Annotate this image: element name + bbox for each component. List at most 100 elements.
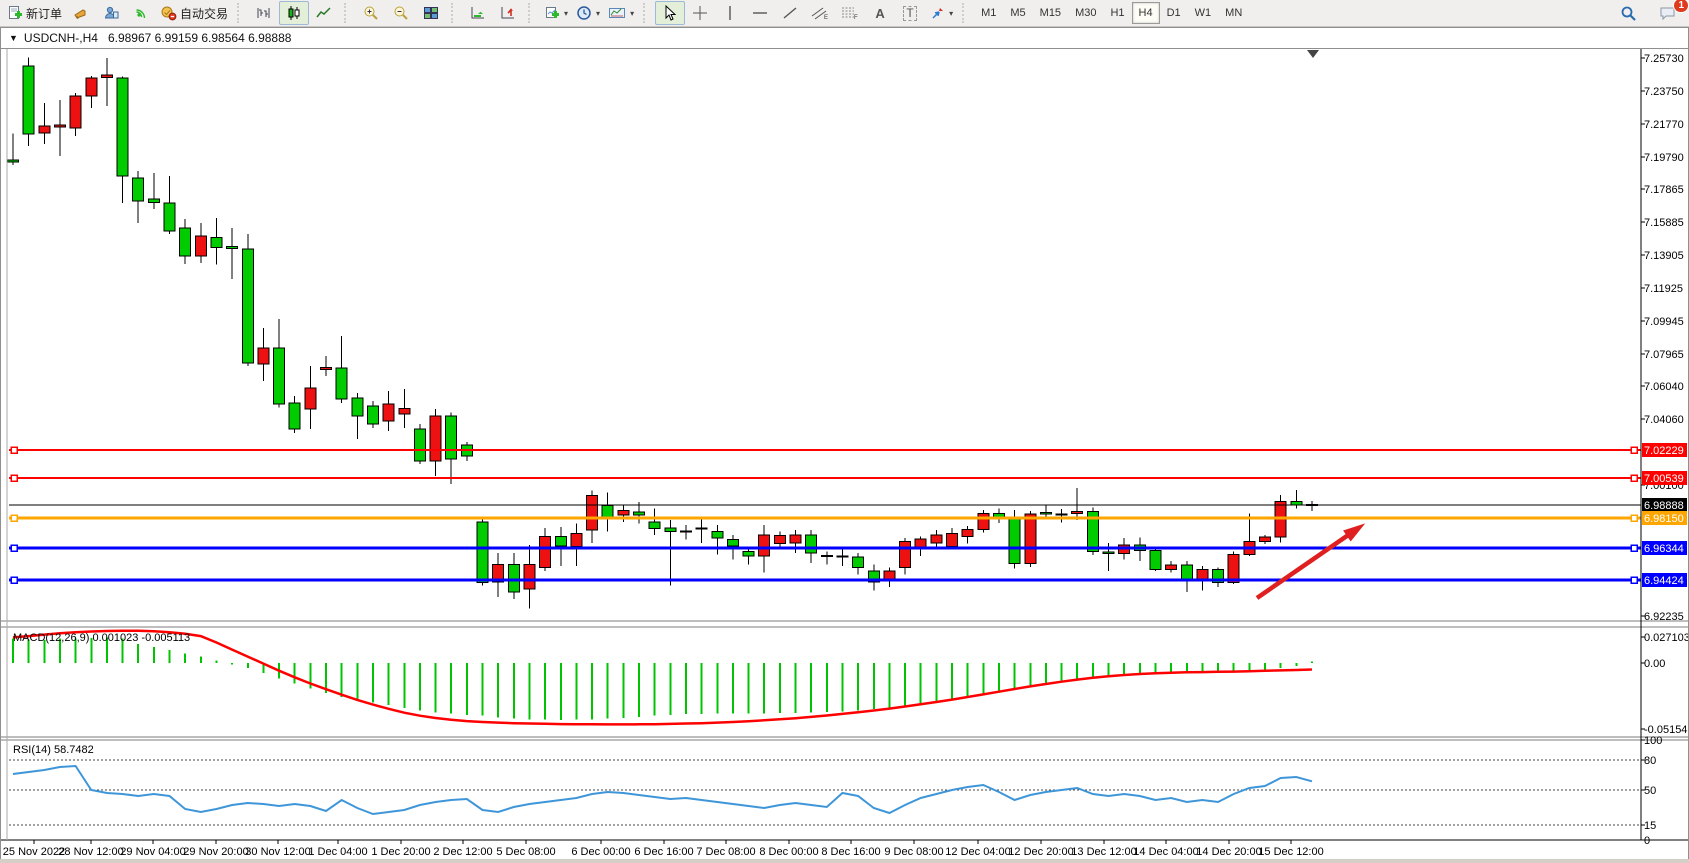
svg-text:6 Dec 16:00: 6 Dec 16:00 — [634, 846, 693, 858]
symbol-dropdown-icon[interactable]: ▼ — [9, 33, 18, 43]
trendline-icon — [782, 5, 798, 21]
svg-text:F: F — [854, 15, 858, 21]
new-chart-button[interactable]: ▾ — [540, 1, 572, 25]
search-button[interactable] — [1613, 1, 1643, 25]
chart-shift-button[interactable] — [493, 1, 523, 25]
svg-text:7.09945: 7.09945 — [1644, 316, 1684, 328]
chart-shift-icon — [500, 5, 516, 21]
svg-text:0: 0 — [1644, 835, 1650, 847]
svg-text:50: 50 — [1644, 785, 1656, 797]
candlestick-chart-button[interactable] — [279, 1, 309, 25]
auto-trading-button[interactable]: 自动交易 — [156, 1, 232, 25]
new-order-icon — [7, 5, 23, 21]
timeframe-m30-button[interactable]: M30 — [1068, 2, 1103, 24]
svg-text:2 Dec 12:00: 2 Dec 12:00 — [433, 846, 492, 858]
new-order-button[interactable]: 新订单 — [3, 1, 66, 25]
drawing-tools-group: E F A T ▾ — [652, 0, 960, 26]
auto-scroll-icon — [470, 5, 486, 21]
svg-text:15: 15 — [1644, 820, 1656, 832]
svg-text:29 Nov 20:00: 29 Nov 20:00 — [183, 846, 248, 858]
svg-text:12 Dec 20:00: 12 Dec 20:00 — [1008, 846, 1073, 858]
text-button[interactable]: A — [865, 1, 895, 25]
chevron-down-icon: ▾ — [630, 9, 634, 18]
timeframe-w1-button[interactable]: W1 — [1188, 2, 1219, 24]
toolbar-separator — [237, 3, 244, 23]
svg-text:7.00539: 7.00539 — [1644, 473, 1684, 485]
auto-trading-icon — [160, 5, 177, 21]
svg-text:6.96344: 6.96344 — [1644, 543, 1684, 555]
templates-button[interactable]: ▾ — [604, 1, 638, 25]
tile-windows-button[interactable] — [416, 1, 446, 25]
rsi-label: RSI(14) 58.7482 — [13, 744, 94, 756]
trade-group: 新订单 自动交易 — [0, 0, 235, 26]
tile-windows-icon — [423, 5, 439, 21]
zoom-in-icon — [363, 5, 379, 21]
svg-text:14 Dec 04:00: 14 Dec 04:00 — [1133, 846, 1198, 858]
svg-text:1 Dec 04:00: 1 Dec 04:00 — [308, 846, 367, 858]
objects-group: ▾ ▾ ▾ — [537, 0, 641, 26]
svg-text:6.98888: 6.98888 — [1644, 500, 1684, 512]
timeframes-group: M1 M5 M15 M30 H1 H4 D1 W1 MN — [971, 0, 1252, 26]
chat-button[interactable]: 1 — [1653, 1, 1683, 25]
svg-text:8 Dec 16:00: 8 Dec 16:00 — [821, 846, 880, 858]
cursor-button[interactable] — [655, 1, 685, 25]
experts-button[interactable] — [96, 1, 126, 25]
chat-badge: 1 — [1673, 0, 1689, 13]
svg-text:29 Nov 04:00: 29 Nov 04:00 — [120, 846, 185, 858]
arrows-button[interactable]: ▾ — [925, 1, 957, 25]
svg-text:7.07965: 7.07965 — [1644, 349, 1684, 361]
svg-text:7.19790: 7.19790 — [1644, 152, 1684, 164]
svg-text:15 Dec 12:00: 15 Dec 12:00 — [1258, 846, 1323, 858]
timeframe-d1-button[interactable]: D1 — [1160, 2, 1188, 24]
text-label-icon: T — [903, 6, 916, 21]
svg-text:7.02229: 7.02229 — [1644, 445, 1684, 457]
equidistant-channel-button[interactable]: E — [805, 1, 835, 25]
channel-icon: E — [811, 5, 829, 21]
chart-titlebar[interactable]: ▼ USDCNH-,H4 6.98967 6.99159 6.98564 6.9… — [1, 28, 1688, 49]
svg-text:8 Dec 00:00: 8 Dec 00:00 — [759, 846, 818, 858]
text-label-button[interactable]: T — [895, 1, 925, 25]
timeframe-h1-button[interactable]: H1 — [1103, 2, 1131, 24]
vertical-line-button[interactable] — [715, 1, 745, 25]
arrows-icon — [929, 5, 945, 21]
svg-text:E: E — [824, 15, 828, 21]
bar-chart-button[interactable] — [249, 1, 279, 25]
trendline-button[interactable] — [775, 1, 805, 25]
svg-text:9 Dec 08:00: 9 Dec 08:00 — [884, 846, 943, 858]
svg-text:13 Dec 12:00: 13 Dec 12:00 — [1071, 846, 1136, 858]
svg-text:6.94424: 6.94424 — [1644, 575, 1684, 587]
horizontal-line-icon — [752, 5, 768, 21]
horizontal-line-button[interactable] — [745, 1, 775, 25]
auto-scroll-button[interactable] — [463, 1, 493, 25]
svg-text:7 Dec 08:00: 7 Dec 08:00 — [696, 846, 755, 858]
timeframe-m15-button[interactable]: M15 — [1033, 2, 1068, 24]
periods-button[interactable]: ▾ — [572, 1, 604, 25]
fibonacci-button[interactable]: F — [835, 1, 865, 25]
chart-canvas[interactable]: 7.257307.237507.217707.197907.178657.158… — [1, 49, 1688, 859]
timeframe-mn-button[interactable]: MN — [1218, 2, 1249, 24]
template-icon — [608, 5, 626, 21]
zoom-in-button[interactable] — [356, 1, 386, 25]
svg-text:80: 80 — [1644, 755, 1656, 767]
toolbar-separator — [962, 3, 969, 23]
timeframe-h4-button[interactable]: H4 — [1132, 2, 1160, 24]
chevron-down-icon: ▾ — [564, 9, 568, 18]
signals-button[interactable] — [126, 1, 156, 25]
zoom-out-button[interactable] — [386, 1, 416, 25]
svg-text:7.21770: 7.21770 — [1644, 119, 1684, 131]
crosshair-button[interactable] — [685, 1, 715, 25]
toolbar-separator — [344, 3, 351, 23]
main-toolbar: 新订单 自动交易 — [0, 0, 1689, 27]
auto-trading-label: 自动交易 — [180, 5, 228, 22]
svg-text:1 Dec 20:00: 1 Dec 20:00 — [371, 846, 430, 858]
svg-text:28 Nov 12:00: 28 Nov 12:00 — [58, 846, 123, 858]
signal-icon — [133, 5, 149, 21]
timeframe-m5-button[interactable]: M5 — [1003, 2, 1032, 24]
line-chart-button[interactable] — [309, 1, 339, 25]
svg-text:7.17865: 7.17865 — [1644, 184, 1684, 196]
alerts-button[interactable] — [66, 1, 96, 25]
timeframe-m1-button[interactable]: M1 — [974, 2, 1003, 24]
crosshair-icon — [692, 5, 708, 21]
svg-text:12 Dec 04:00: 12 Dec 04:00 — [945, 846, 1010, 858]
line-chart-icon — [316, 5, 332, 21]
